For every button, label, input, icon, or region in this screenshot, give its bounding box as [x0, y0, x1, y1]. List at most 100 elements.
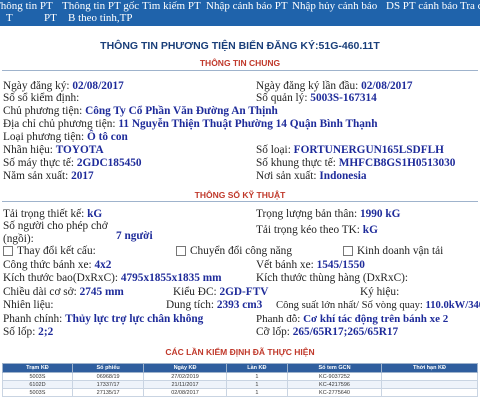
section-inspections-title: CÁC LẦN KIỂM ĐỊNH ĐÃ THỰC HIỆN	[165, 347, 315, 357]
curb-weight-row: Trọng lượng bản thân: 1990 kG	[256, 208, 401, 220]
inspect-no-row: Số sổ kiểm định:	[3, 92, 80, 104]
fuel-row: Nhiên liệu:	[3, 299, 54, 311]
table-row: 5003S 27135/17 02/08/2017 1 KC-2775640	[2, 388, 479, 397]
col-inspect-count: Lần KĐ	[225, 363, 289, 373]
tyre-count-value: 2;2	[38, 326, 54, 338]
col-stamp-no: Số tem GCN	[287, 363, 382, 373]
towing-value: kG	[362, 224, 378, 236]
engine-row: Số máy thực tế: 2GDC185450	[3, 157, 142, 169]
reg-date-value: 02/08/2017	[72, 80, 124, 92]
model-value: FORTUNERGUN165LSDFLH	[293, 144, 444, 156]
section-technical-title: THÔNG SỐ KỸ THUẬT	[194, 190, 286, 200]
brake-row: Phanh chính: Thủy lực trợ lực chân không	[3, 313, 204, 325]
table-cell: 27/02/2019	[143, 372, 227, 381]
year-row: Năm sản xuất: 2017	[3, 170, 94, 182]
first-reg-value: 02/08/2017	[361, 80, 413, 92]
owner-row: Chủ phương tiện: Công Ty Cổ Phần Văn Đườ…	[3, 105, 278, 117]
model-row: Số loại: FORTUNERGUN165LSDFLH	[256, 144, 444, 156]
chassis-value: MHFCB8GS1H0513030	[338, 157, 456, 169]
wheelbase-value: 2745 mm	[79, 286, 124, 298]
seats-label: Số người cho phép chở (ngồi):	[3, 220, 108, 245]
function-change-checkbox[interactable]	[176, 246, 186, 257]
table-header-row: Trạm KĐ Số phiếu Ngày KĐ Lần KĐ Số tem G…	[2, 363, 479, 373]
table-row: 5003S 06968/19 27/02/2019 1 KC-9037252	[2, 372, 479, 381]
nav-by-province[interactable]: B theo tỉnh,TP	[68, 12, 132, 25]
handbrake-row: Phanh đỗ: Cơ khí tác động trên bánh xe 2	[256, 313, 449, 325]
displacement-value: 2393 cm3	[216, 299, 263, 311]
track-value: 1545/1550	[316, 259, 365, 271]
seats-value: 7 người	[116, 230, 153, 242]
nav-cancel-warning[interactable]: Nhập hủy cảnh báo	[292, 0, 377, 13]
origin-value: Indonesia	[319, 170, 367, 182]
table-cell	[380, 380, 479, 389]
table-cell: 21/11/2017	[143, 380, 227, 389]
brand-value: TOYOTA	[55, 144, 104, 156]
table-cell: 1	[225, 380, 289, 389]
wheelbase-row: Chiều dài cơ sở: 2745 mm	[3, 286, 124, 298]
owner-value: Công Ty Cổ Phần Văn Đường An Thịnh	[85, 105, 278, 117]
col-slip-no: Số phiếu	[71, 363, 145, 373]
engine-value: 2GDC185450	[76, 157, 142, 169]
tyre-size-value: 265/65R17;265/65R17	[292, 326, 399, 338]
nav-row2-item-2[interactable]: PT	[44, 12, 57, 25]
table-cell	[380, 372, 479, 381]
handbrake-value: Cơ khí tác động trên bánh xe 2	[303, 313, 449, 325]
table-cell: 1	[225, 372, 289, 381]
chassis-row: Số khung thực tế: MHFCB8GS1H0513030	[256, 157, 456, 169]
section-divider	[2, 70, 478, 71]
wheel-formula-row: Công thức bánh xe: 4x2	[3, 259, 112, 271]
table-cell: KC-9037252	[287, 372, 382, 381]
table-cell	[380, 388, 479, 397]
nav-row2-item-1[interactable]: T	[6, 12, 13, 25]
table-cell: 17337/17	[71, 380, 145, 389]
page-title: THÔNG TIN PHƯƠNG TIỆN BIỂN ĐĂNG KÝ:51G-4…	[100, 40, 380, 52]
curb-weight-value: 1990 kG	[359, 208, 401, 220]
table-cell: KC-2775640	[287, 388, 382, 397]
wheel-formula-value: 4x2	[94, 259, 112, 271]
origin-row: Nơi sản xuất: Indonesia	[256, 170, 367, 182]
nav-enter-warning[interactable]: Nhập cảnh báo PT	[206, 0, 288, 13]
track-row: Vết bánh xe: 1545/1550	[256, 259, 365, 271]
table-cell: 02/08/2017	[143, 388, 227, 397]
mgmt-no-value: 5003S-167314	[310, 92, 377, 104]
power-row: Công suất lớn nhất/ Số vòng quay: 110.0k…	[276, 299, 480, 312]
table-cell: 5003S	[2, 372, 73, 381]
dims-value: 4795x1855x1835 mm	[120, 272, 222, 284]
mgmt-no-row: Số quản lý: 5003S-167314	[256, 92, 377, 104]
engine-type-value: 2GD-FTV	[219, 286, 269, 298]
transport-business-checkbox[interactable]	[343, 246, 353, 257]
tyre-size-row: Cỡ lốp: 265/65R17;265/65R17	[256, 326, 399, 338]
design-load-value: kG	[87, 208, 103, 220]
structure-change-checkbox[interactable]	[3, 246, 13, 257]
towing-row: Tải trọng kéo theo TK: kG	[256, 224, 378, 236]
type-value: Ô tô con	[86, 131, 128, 143]
col-station: Trạm KĐ	[2, 363, 73, 373]
nav-search-vehicle[interactable]: Tìm kiếm PT	[142, 0, 201, 13]
table-cell: 27135/17	[71, 388, 145, 397]
type-row: Loại phương tiện: Ô tô con	[3, 131, 128, 143]
year-value: 2017	[71, 170, 94, 182]
table-row: 6102D 17337/17 21/11/2017 1 KC-4217596	[2, 380, 479, 389]
nav-warning-list[interactable]: DS PT cảnh báo	[386, 0, 458, 13]
section-divider	[2, 201, 478, 202]
section-general-title: THÔNG TIN CHUNG	[199, 58, 281, 68]
function-change-checkbox-row[interactable]: Chuyển đổi công năng	[176, 245, 292, 258]
nav-lookup[interactable]: Tra c	[460, 0, 480, 13]
table-cell: 6102D	[2, 380, 73, 389]
structure-change-checkbox-row[interactable]: Thay đổi kết cấu:	[3, 245, 96, 258]
dims-row: Kích thước bao(DxRxC): 4795x1855x1835 mm	[3, 272, 222, 284]
col-inspect-date: Ngày KĐ	[143, 363, 227, 373]
symbol-row: Ký hiệu:	[360, 286, 400, 298]
table-cell: 5003S	[2, 388, 73, 397]
table-cell: 06968/19	[71, 372, 145, 381]
address-value: 11 Nguyễn Thiện Thuật Phường 14 Quận Bìn…	[118, 118, 378, 130]
inspection-table: Trạm KĐ Số phiếu Ngày KĐ Lần KĐ Số tem G…	[2, 363, 479, 397]
power-value: 110.0kW/3400	[425, 300, 480, 311]
brand-row: Nhãn hiệu: TOYOTA	[3, 144, 104, 156]
col-expiry: Thời hạn KĐ	[380, 363, 479, 373]
table-cell: KC-4217596	[287, 380, 382, 389]
cargo-dims-row: Kích thước thùng hàng (DxRxC):	[256, 272, 409, 284]
table-cell: 1	[225, 388, 289, 397]
top-navigation: Thông tin PT Thông tin PT gốc Tìm kiếm P…	[0, 0, 480, 26]
transport-business-checkbox-row[interactable]: Kinh doanh vận tải	[343, 245, 443, 258]
